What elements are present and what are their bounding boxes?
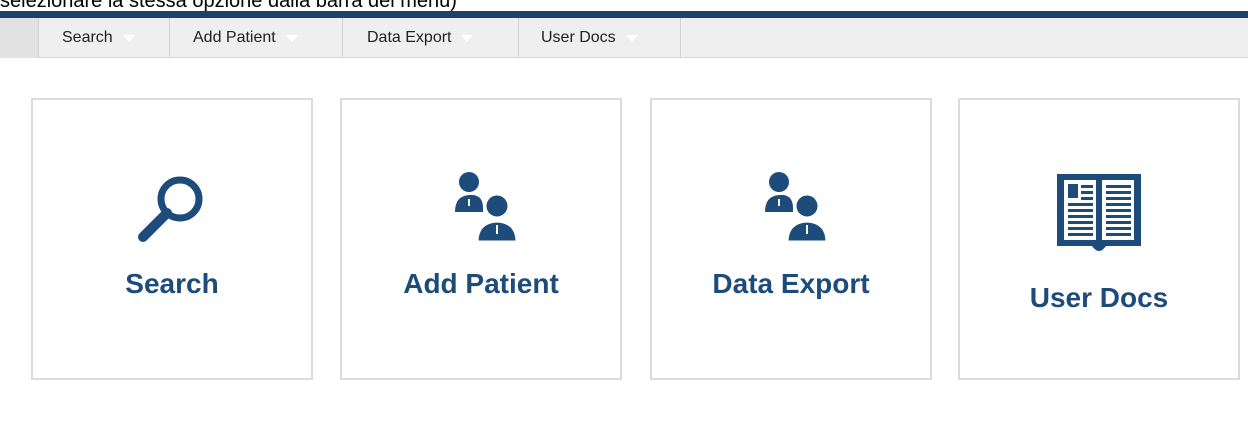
tile-title: Search xyxy=(125,268,219,299)
menu-item-data-export[interactable]: Data Export xyxy=(343,18,519,57)
top-strip: selezionare la stessa opzione dalla barr… xyxy=(0,0,1248,18)
menu-item-search[interactable]: Search xyxy=(39,18,170,57)
menu-item-label: Add Patient xyxy=(193,28,276,46)
book-icon xyxy=(1054,168,1144,258)
users-icon xyxy=(749,168,833,246)
users-icon xyxy=(439,168,523,246)
menu-item-label: Data Export xyxy=(367,28,452,46)
menu-bar: Search Add Patient Data Export User Docs xyxy=(0,18,1248,58)
tile-title: Add Patient xyxy=(403,268,559,299)
menu-left-edge xyxy=(0,18,39,58)
tile-add-patient[interactable]: Add Patient xyxy=(340,98,622,380)
app-root: selezionare la stessa opzione dalla barr… xyxy=(0,0,1248,426)
tile-user-docs[interactable]: User Docs xyxy=(958,98,1240,380)
menu-item-user-docs[interactable]: User Docs xyxy=(519,18,681,57)
top-caption: selezionare la stessa opzione dalla barr… xyxy=(0,0,457,12)
tile-title: User Docs xyxy=(1029,282,1169,313)
tile-search[interactable]: Search xyxy=(31,98,313,380)
tile-data-export[interactable]: Data Export xyxy=(650,98,932,380)
chevron-down-icon xyxy=(461,35,474,42)
chevron-down-icon xyxy=(122,35,135,42)
search-icon xyxy=(127,170,217,250)
menu-item-label: Search xyxy=(62,28,113,46)
menu-item-add-patient[interactable]: Add Patient xyxy=(170,18,343,57)
chevron-down-icon xyxy=(625,35,638,42)
top-header-band xyxy=(0,11,1248,18)
chevron-down-icon xyxy=(285,35,298,42)
menu-item-label: User Docs xyxy=(541,28,616,46)
tile-title: Data Export xyxy=(712,268,870,299)
